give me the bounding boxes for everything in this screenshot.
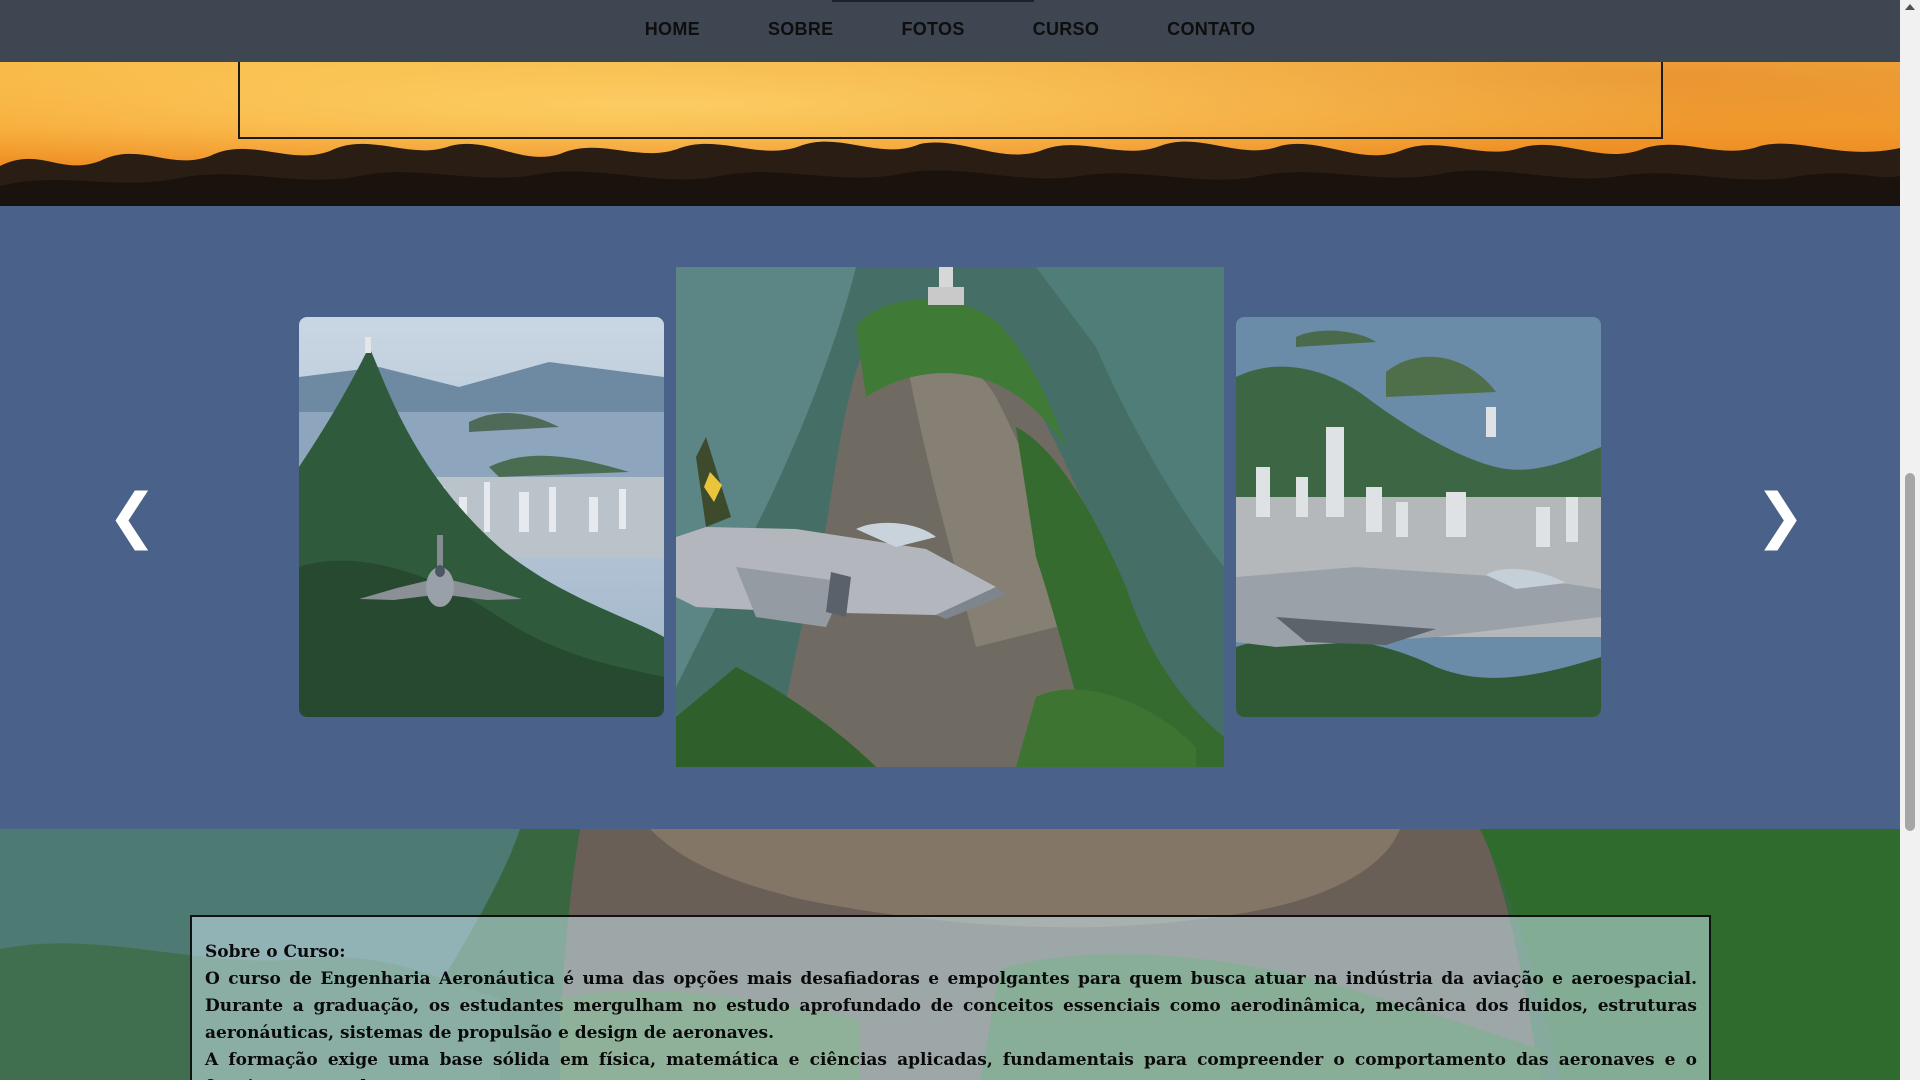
hero-content-box (238, 62, 1663, 139)
course-paragraph-2: A formação exige uma base sólida em físi… (205, 1050, 1697, 1080)
nav-contato[interactable]: CONTATO (1133, 0, 1289, 62)
carousel-slide-center[interactable] (676, 267, 1224, 767)
photo-carousel: ❮ ❯ (0, 206, 1900, 829)
nav-sobre[interactable]: SOBRE (734, 0, 868, 62)
page-scrollbar[interactable] (1900, 0, 1920, 1080)
jet-over-rio-city-photo (1236, 317, 1601, 717)
nav-curso[interactable]: CURSO (999, 0, 1134, 62)
course-info-box: Sobre o Curso: O curso de Engenharia Aer… (190, 915, 1711, 1080)
top-navbar: HOME SOBRE FOTOS CURSO CONTATO (0, 0, 1900, 62)
nav-list: HOME SOBRE FOTOS CURSO CONTATO (611, 0, 1290, 62)
course-title: Sobre o Curso: (205, 942, 346, 962)
course-section: Sobre o Curso: O curso de Engenharia Aer… (0, 829, 1900, 1080)
carousel-slide-right[interactable] (1236, 317, 1601, 717)
nav-fotos[interactable]: FOTOS (832, 0, 1034, 62)
jet-over-corcovado-photo (676, 267, 1224, 767)
carousel-next-button[interactable]: ❯ (1755, 486, 1805, 546)
scroll-up-arrow-icon[interactable] (1905, 4, 1915, 10)
nav-home[interactable]: HOME (611, 0, 734, 62)
jet-over-rio-bay-photo (299, 317, 664, 717)
scrollbar-thumb[interactable] (1905, 473, 1915, 831)
hero-sunset-banner (0, 62, 1900, 206)
course-paragraph-1: O curso de Engenharia Aeronáutica é uma … (205, 969, 1697, 1043)
carousel-slide-left[interactable] (299, 317, 664, 717)
carousel-prev-button[interactable]: ❮ (107, 486, 157, 546)
